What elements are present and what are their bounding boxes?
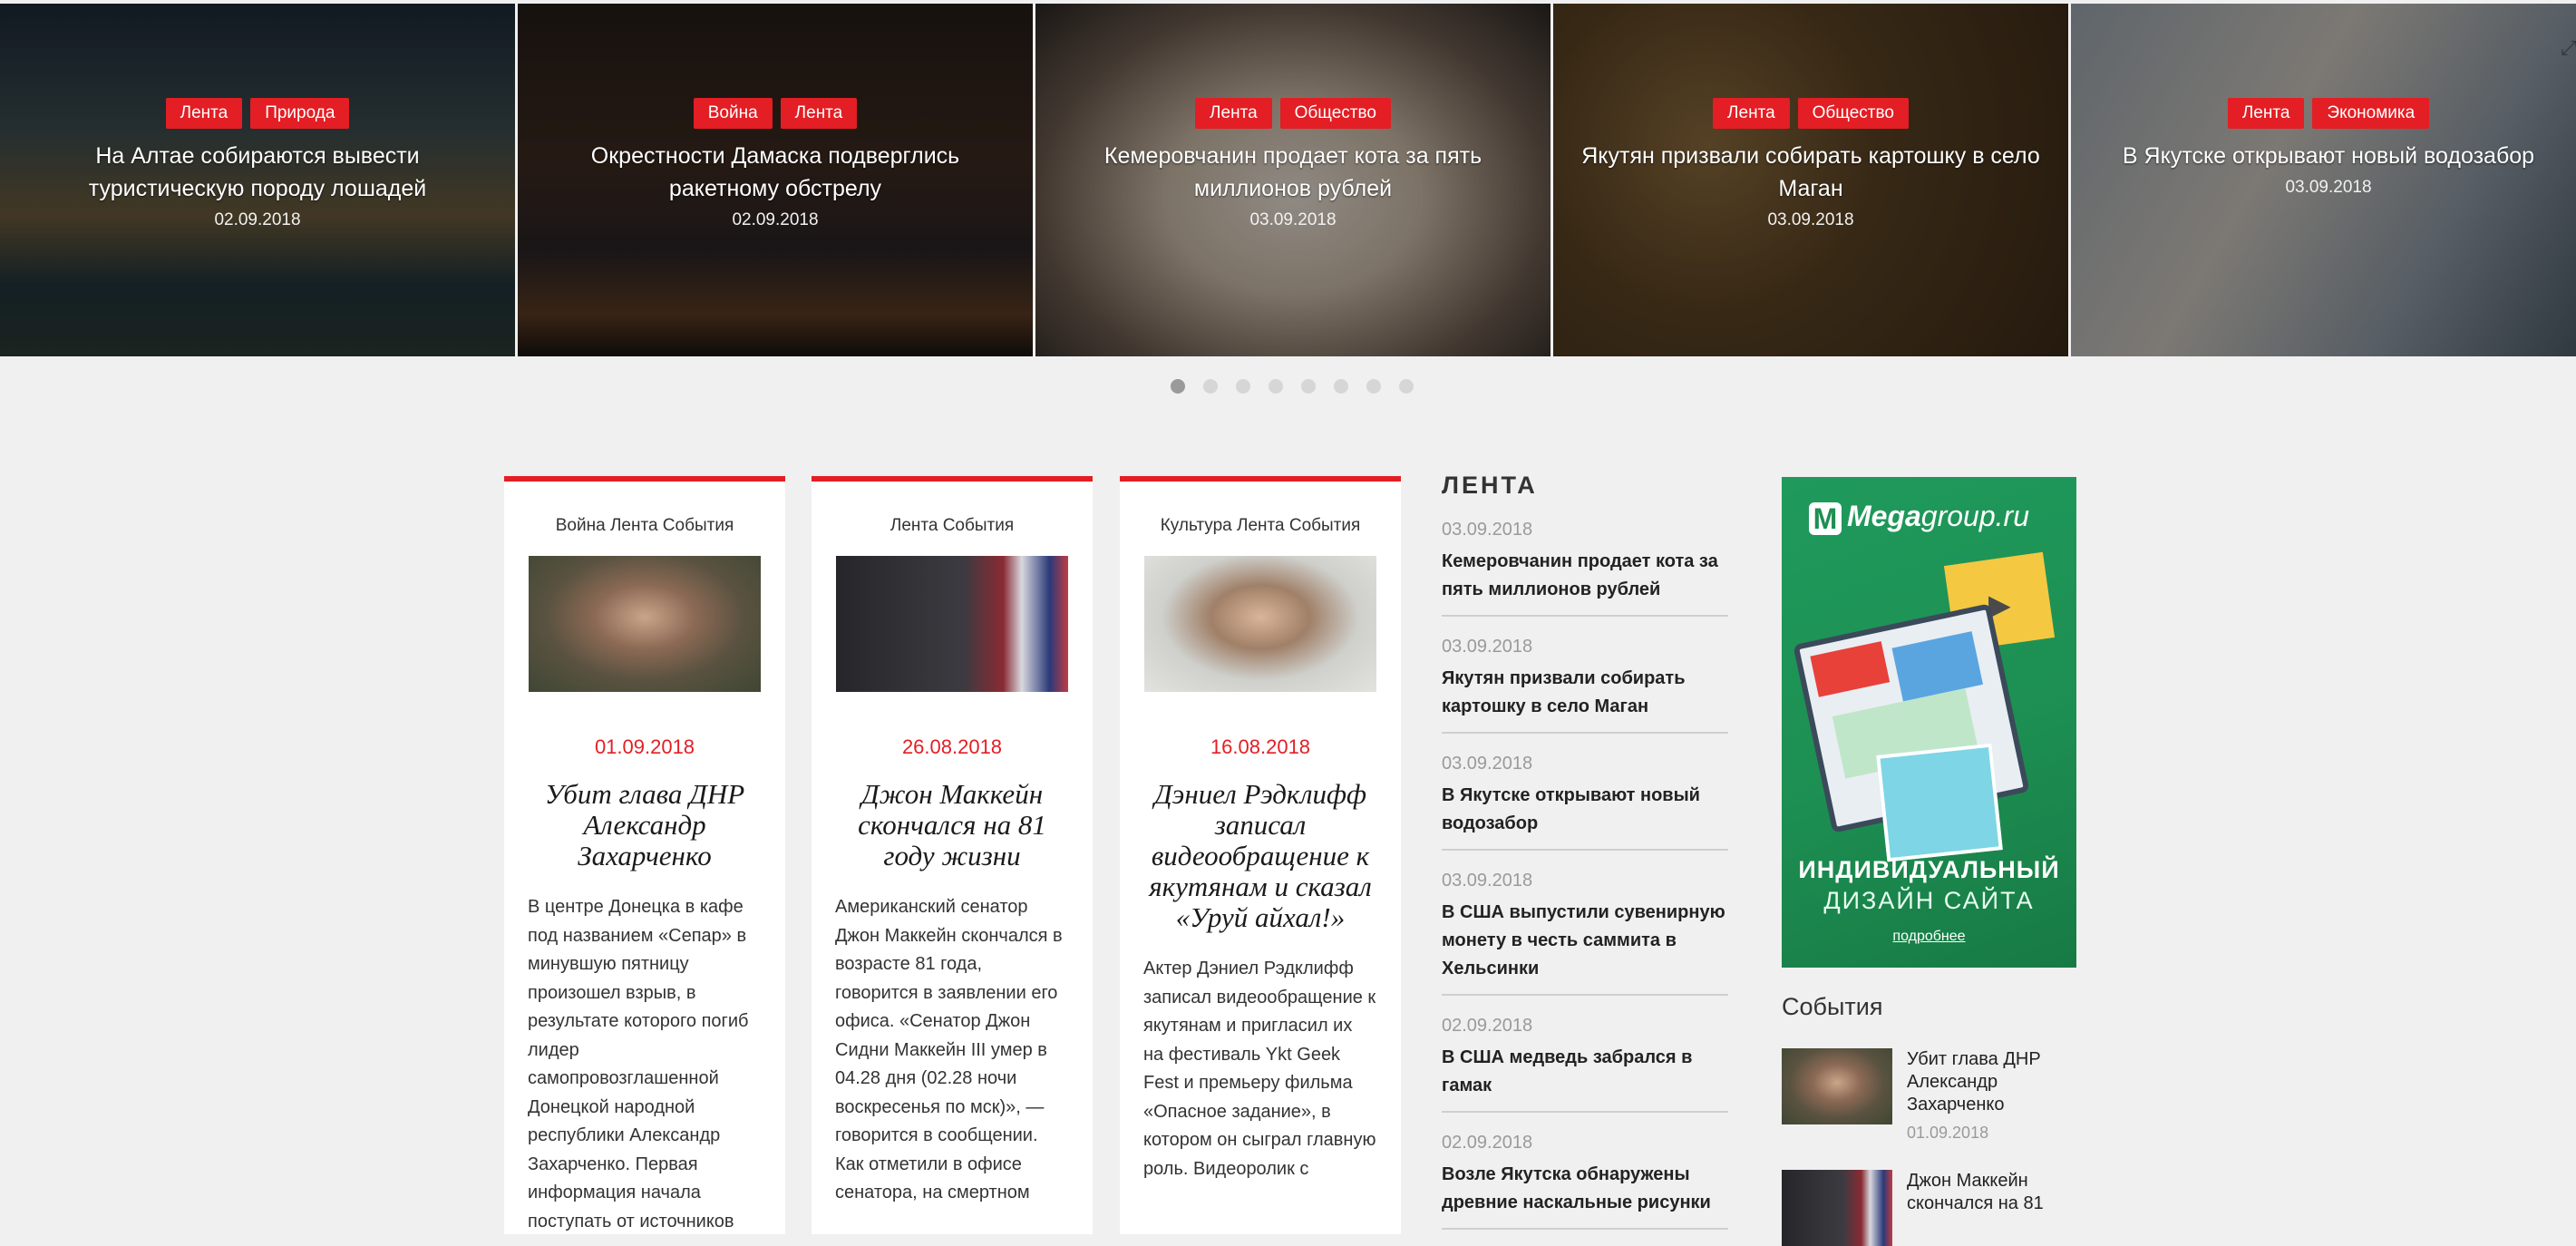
ad-banner[interactable]: M Megagroup.ru ▶ ИНДИВИДУАЛЬНЫЙ ДИЗАЙН СА… xyxy=(1782,477,2076,968)
event-item[interactable]: Джон Маккейн скончался на 81 xyxy=(1782,1170,2076,1246)
card-date: 26.08.2018 xyxy=(901,735,1003,758)
tag-button[interactable]: Лента xyxy=(1195,98,1272,129)
tag-button[interactable]: Экономика xyxy=(2312,98,2430,129)
slide-title[interactable]: Окрестности Дамаска подверглись ракетном… xyxy=(518,140,1033,205)
feed-item[interactable]: 03.09.2018 Якутян призвали собирать карт… xyxy=(1442,617,1728,734)
feed-heading: ЛЕНТА xyxy=(1442,472,1538,499)
feed-date: 02.09.2018 xyxy=(1442,1016,1533,1036)
card-image[interactable] xyxy=(836,556,1068,692)
slider-pagination xyxy=(1171,379,1414,394)
card-image[interactable] xyxy=(529,556,761,692)
feed-item[interactable]: 03.09.2018 В Якутске открывают новый вод… xyxy=(1442,734,1728,851)
feed-item[interactable]: 02.09.2018 В США медведь забрался в гама… xyxy=(1442,996,1728,1113)
expand-icon[interactable]: ⤢ xyxy=(2561,36,2576,60)
event-item[interactable]: Убит глава ДНР Александр Захарченко 01.0… xyxy=(1782,1048,2076,1143)
slide-date: 03.09.2018 xyxy=(1249,210,1337,229)
feed-date: 02.09.2018 xyxy=(1442,1133,1533,1153)
ad-mock-block xyxy=(1810,641,1891,697)
slider-dot[interactable] xyxy=(1171,379,1185,394)
ad-line-1: ИНДИВИДУАЛЬНЫЙ xyxy=(1798,856,2060,883)
megagroup-logo-icon: M xyxy=(1809,501,1842,535)
event-title[interactable]: Убит глава ДНР Александр Захарченко xyxy=(1907,1048,2076,1116)
slide[interactable]: Война Лента Окрестности Дамаска подвергл… xyxy=(518,4,1033,356)
events-widget: События Убит глава ДНР Александр Захарче… xyxy=(1782,993,2076,1246)
slide[interactable]: Лента Общество Кемеровчанин продает кота… xyxy=(1035,4,1550,356)
slide[interactable]: Лента Природа На Алтае собираются вывест… xyxy=(0,4,515,356)
ad-more-link[interactable]: подробнее xyxy=(1782,929,2076,945)
tag-button[interactable]: Общество xyxy=(1279,98,1391,129)
card-text: Американский сенатор Джон Маккейн сконча… xyxy=(835,897,1063,1202)
slide-title[interactable]: Якутян призвали собирать картошку в село… xyxy=(1553,140,2068,205)
slider-dot[interactable] xyxy=(1236,379,1250,394)
ad-brand-main: Mega xyxy=(1847,500,1921,532)
slide-title[interactable]: В Якутске открывают новый водозабор xyxy=(2095,140,2561,172)
events-heading: События xyxy=(1782,993,1883,1020)
tag-button[interactable]: Природа xyxy=(250,98,350,129)
tag-button[interactable]: Лента xyxy=(1713,98,1790,129)
slider-dot[interactable] xyxy=(1269,379,1283,394)
card-title[interactable]: Убит глава ДНР Александр Захарченко xyxy=(528,779,762,871)
slide-title[interactable]: Кемеровчанин продает кота за пять миллио… xyxy=(1035,140,1550,205)
slide-date: 02.09.2018 xyxy=(214,210,301,229)
slider-dot[interactable] xyxy=(1301,379,1316,394)
news-feed: ЛЕНТА 03.09.2018 Кемеровчанин продает ко… xyxy=(1442,472,1728,1230)
slide-title[interactable]: На Алтае собираются вывести туристическу… xyxy=(0,140,515,205)
feed-date: 03.09.2018 xyxy=(1442,871,1533,891)
event-thumb[interactable] xyxy=(1782,1048,1892,1124)
feed-title[interactable]: В США медведь забрался в гамак xyxy=(1442,1044,1728,1100)
article-card[interactable]: Война Лента События 01.09.2018 Убит глав… xyxy=(504,476,785,1234)
card-categories[interactable]: Война Лента События xyxy=(504,516,785,536)
card-text: Актер Дэниел Рэдклифф записал видеообращ… xyxy=(1143,959,1376,1179)
card-text: В центре Донецка в кафе под названием «С… xyxy=(528,897,749,1231)
ad-brand: M Megagroup.ru xyxy=(1809,500,2029,535)
card-title[interactable]: Джон Маккейн скончался на 81 году жизни xyxy=(835,779,1069,871)
feed-item[interactable]: 02.09.2018 Возле Якутска обнаружены древ… xyxy=(1442,1113,1728,1230)
slide-date: 03.09.2018 xyxy=(1767,210,1854,229)
tag-button[interactable]: Общество xyxy=(1797,98,1909,129)
slider-dot[interactable] xyxy=(1203,379,1218,394)
article-card[interactable]: Лента События 26.08.2018 Джон Маккейн ск… xyxy=(812,476,1093,1234)
slide-date: 03.09.2018 xyxy=(2285,178,2372,197)
slide[interactable]: Лента Экономика В Якутске открывают новы… xyxy=(2071,4,2576,356)
card-date: 01.09.2018 xyxy=(594,735,695,758)
slider-dot[interactable] xyxy=(1366,379,1381,394)
ad-mock-block xyxy=(1891,631,1983,702)
ad-brand-rest: group.ru xyxy=(1920,500,2029,532)
ad-map-illustration xyxy=(1876,743,2003,862)
feed-title[interactable]: Возле Якутска обнаружены древние наскаль… xyxy=(1442,1161,1728,1217)
slider-dot[interactable] xyxy=(1399,379,1414,394)
feed-date: 03.09.2018 xyxy=(1442,754,1533,774)
article-card[interactable]: Культура Лента События 16.08.2018 Дэниел… xyxy=(1120,476,1401,1234)
slide-date: 02.09.2018 xyxy=(732,210,819,229)
feed-item[interactable]: 03.09.2018 В США выпустили сувенирную мо… xyxy=(1442,851,1728,996)
card-title[interactable]: Дэниел Рэдклифф записал видеообращение к… xyxy=(1143,779,1377,933)
tag-button[interactable]: Лента xyxy=(2227,98,2305,129)
feed-item[interactable]: 03.09.2018 Кемеровчанин продает кота за … xyxy=(1442,500,1728,617)
event-title[interactable]: Джон Маккейн скончался на 81 xyxy=(1907,1170,2076,1215)
card-image[interactable] xyxy=(1144,556,1376,692)
news-slider[interactable]: Лента Природа На Алтае собираются вывест… xyxy=(0,4,2576,356)
tag-button[interactable]: Лента xyxy=(165,98,243,129)
feed-title[interactable]: Якутян призвали собирать картошку в село… xyxy=(1442,665,1728,721)
ad-line-2: ДИЗАЙН САЙТА xyxy=(1823,887,2035,914)
event-date: 01.09.2018 xyxy=(1907,1124,1989,1142)
feed-date: 03.09.2018 xyxy=(1442,520,1533,540)
event-thumb[interactable] xyxy=(1782,1170,1892,1246)
tag-button[interactable]: Лента xyxy=(780,98,858,129)
card-categories[interactable]: Культура Лента События xyxy=(1120,516,1401,536)
slide[interactable]: Лента Общество Якутян призвали собирать … xyxy=(1553,4,2068,356)
feed-date: 03.09.2018 xyxy=(1442,637,1533,657)
slider-dot[interactable] xyxy=(1334,379,1348,394)
feed-title[interactable]: В Якутске открывают новый водозабор xyxy=(1442,782,1728,838)
feed-title[interactable]: Кемеровчанин продает кота за пять миллио… xyxy=(1442,548,1728,604)
tag-button[interactable]: Война xyxy=(693,98,773,129)
feed-title[interactable]: В США выпустили сувенирную монету в чест… xyxy=(1442,899,1728,983)
card-date: 16.08.2018 xyxy=(1210,735,1311,758)
card-categories[interactable]: Лента События xyxy=(812,516,1093,536)
